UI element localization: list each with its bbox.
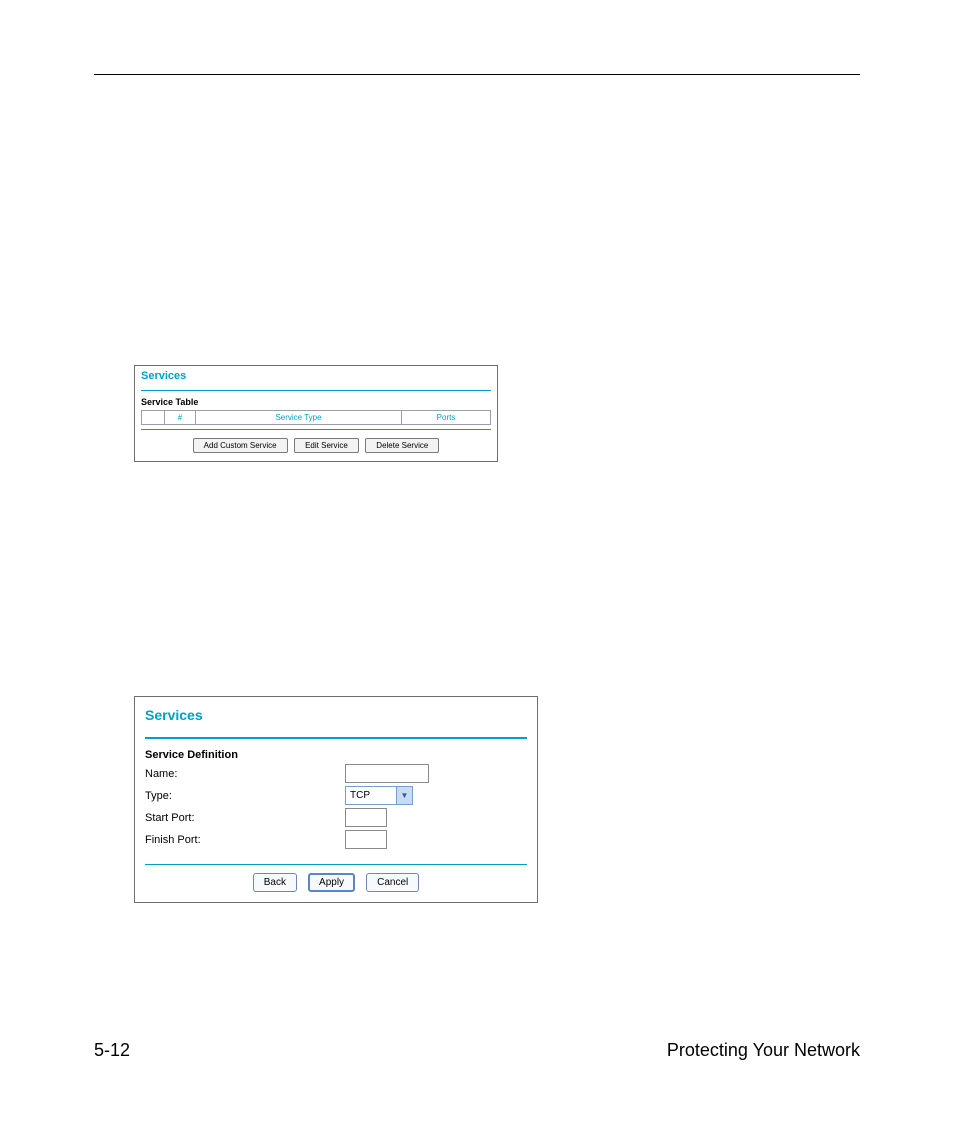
panel2-buttons: Back Apply Cancel [135, 865, 537, 902]
cancel-button[interactable]: Cancel [366, 873, 419, 892]
section-title: Protecting Your Network [667, 1040, 860, 1061]
finish-port-label: Finish Port: [145, 834, 345, 846]
document-page: Services Service Table # Service Type Po… [0, 0, 954, 1145]
service-table: # Service Type Ports [141, 410, 491, 425]
page-number: 5-12 [94, 1040, 130, 1061]
delete-service-button[interactable]: Delete Service [365, 438, 439, 453]
type-select-value: TCP [346, 790, 396, 801]
name-label: Name: [145, 768, 345, 780]
back-button[interactable]: Back [253, 873, 297, 892]
col-select [142, 411, 165, 425]
add-custom-service-button[interactable]: Add Custom Service [193, 438, 288, 453]
col-ports: Ports [402, 411, 491, 425]
services-table-panel: Services Service Table # Service Type Po… [134, 365, 498, 462]
service-definition-panel: Services Service Definition Name: Type: … [134, 696, 538, 903]
page-footer: 5-12 Protecting Your Network [94, 1040, 860, 1061]
col-number: # [165, 411, 196, 425]
start-port-input[interactable] [345, 808, 387, 827]
apply-button[interactable]: Apply [308, 873, 355, 892]
service-definition-heading: Service Definition [145, 749, 527, 761]
col-service-type: Service Type [196, 411, 402, 425]
chevron-down-icon: ▼ [396, 787, 412, 804]
start-port-label: Start Port: [145, 812, 345, 824]
type-select[interactable]: TCP ▼ [345, 786, 413, 805]
name-input[interactable] [345, 764, 429, 783]
type-label: Type: [145, 790, 345, 802]
finish-port-input[interactable] [345, 830, 387, 849]
edit-service-button[interactable]: Edit Service [294, 438, 359, 453]
panel2-title: Services [135, 697, 537, 737]
panel1-subtitle: Service Table [135, 391, 497, 410]
panel1-buttons: Add Custom Service Edit Service Delete S… [135, 430, 497, 461]
panel1-title: Services [135, 366, 497, 390]
top-rule [94, 74, 860, 75]
